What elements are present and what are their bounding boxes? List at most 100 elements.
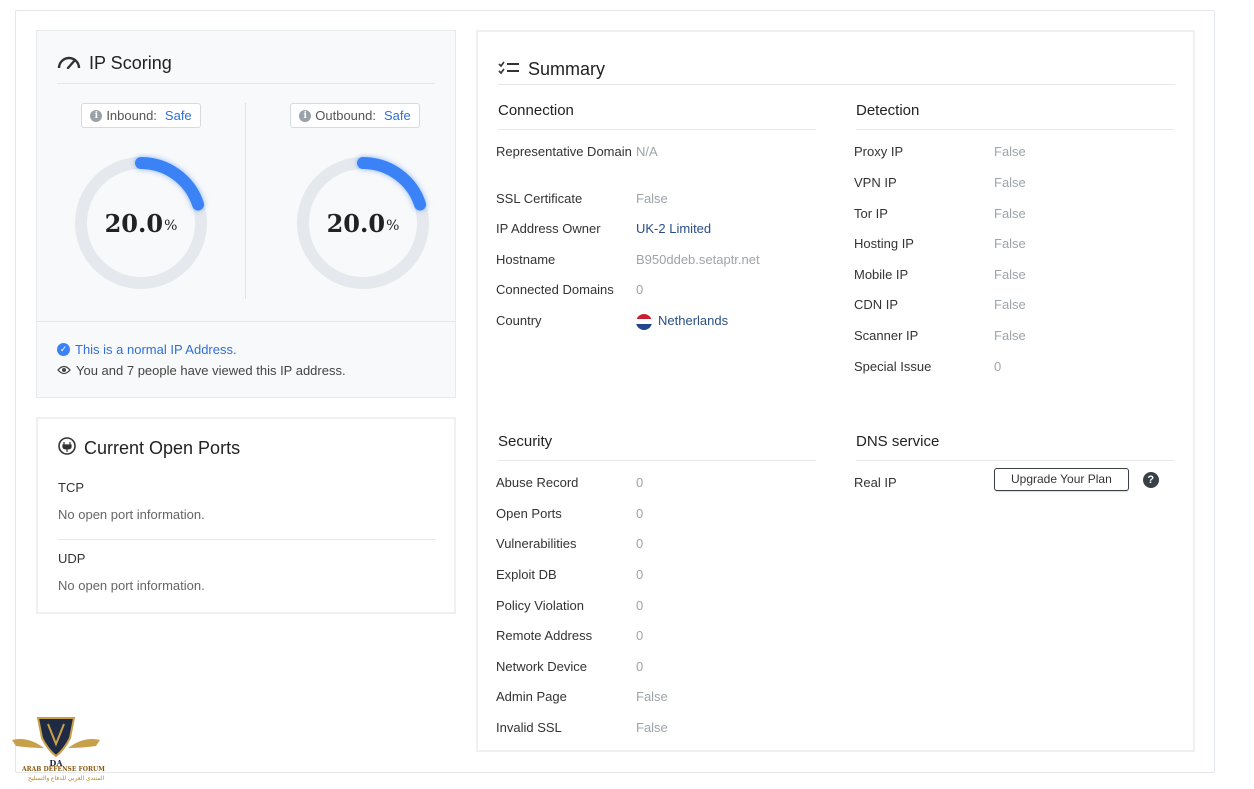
table-row: Real IP Upgrade Your Plan? [854,468,1159,491]
table-row: Proxy IP False [854,144,1026,160]
security-title: Security [498,433,816,461]
table-row: Abuse Record 0 [496,475,643,491]
row-key: IP Address Owner [496,221,601,236]
inbound-gauge: 20.0% [71,153,211,293]
udp-section: UDP No open port information. [58,551,436,593]
table-row: Admin Page False [496,689,668,705]
inbound-score: 20.0 [104,208,164,238]
logo-text-english: ARAB DEFENSE FORUM [22,766,105,773]
udp-text: No open port information. [58,578,205,593]
help-icon[interactable]: ? [1142,471,1159,488]
row-value: 0 [636,567,644,582]
row-value: 0 [636,475,644,490]
outbound-gauge: 20.0% [293,153,433,293]
table-row: Country Netherlands [496,313,728,330]
ip-scoring-header: IP Scoring [57,53,435,84]
row-value: False [994,328,1026,343]
logo-text-arabic: المنتدى العربي للدفاع والتسليح [28,776,105,782]
row-key: Exploit DB [496,567,557,582]
summary-header: Summary [498,54,1175,85]
dns-section: DNS service Real IP Upgrade Your Plan? [854,433,1174,491]
table-row: Scanner IP False [854,328,1026,344]
tcp-label: TCP [58,480,84,495]
table-row: Connected Domains 0 [496,282,643,298]
view-count-notice: You and 7 people have viewed this IP add… [57,363,435,378]
outbound-gauge-column: i Outbound: Safe 20.0% [290,103,450,289]
real-ip-value: Upgrade Your Plan? [994,468,1159,491]
outbound-score-unit: % [386,218,400,234]
open-ports-title: Current Open Ports [84,438,241,458]
outbound-value: Safe [383,108,411,123]
row-key: Invalid SSL [496,720,562,735]
row-key: SSL Certificate [496,191,583,206]
table-row: Special Issue 0 [854,359,1001,375]
security-section: Security Abuse Record 0 Open Ports 0 Vulne… [496,433,816,735]
row-value: 0 [636,536,644,551]
real-ip-label: Real IP [854,475,897,490]
row-value: False [994,267,1026,282]
row-key: Special Issue [854,359,932,374]
row-value: False [994,297,1026,312]
ip-scoring-title: IP Scoring [89,53,172,73]
row-key: Proxy IP [854,144,904,159]
row-key: Open Ports [496,506,562,521]
table-row: Policy Violation 0 [496,598,643,614]
inbound-score-unit: % [164,218,178,234]
upgrade-plan-button[interactable]: Upgrade Your Plan [994,468,1129,491]
row-value: False [636,191,668,206]
open-ports-header: Current Open Ports [58,437,240,460]
inbound-gauge-column: i Inbound: Safe 20.0% [61,103,221,289]
table-row: Network Device 0 [496,659,643,675]
row-key: Country [496,313,542,328]
detection-section: Detection Proxy IP False VPN IP False Tor … [854,102,1174,374]
table-row: Open Ports 0 [496,506,643,522]
ports-divider [58,539,436,540]
open-ports-card: Current Open Ports TCP No open port info… [36,417,456,614]
netherlands-flag-icon [636,313,652,330]
row-key: Mobile IP [854,267,909,282]
row-key: Tor IP [854,206,888,221]
outbound-label: Outbound: [315,108,376,123]
tcp-text: No open port information. [58,507,205,522]
inbound-pill[interactable]: i Inbound: Safe [81,103,201,128]
connection-section: Connection Representative Domain N/A SSL… [496,102,816,330]
row-value: N/A [636,144,658,159]
row-value: False [994,175,1026,190]
table-row: VPN IP False [854,175,1026,191]
row-value: False [994,144,1026,159]
view-count-text: You and 7 people have viewed this IP add… [76,363,346,378]
info-icon: i [90,109,103,122]
row-value: 0 [636,282,644,297]
checklist-icon [498,59,520,80]
dns-title: DNS service [856,433,1174,461]
outbound-pill[interactable]: i Outbound: Safe [290,103,420,128]
normal-ip-notice: ✓ This is a normal IP Address. [57,342,435,357]
ip-scoring-card: IP Scoring i Inbound: Safe 20.0% i Outbo… [36,30,456,398]
row-key: Remote Address [496,628,593,643]
shield-wings-icon: DA [12,717,100,768]
row-value: 0 [636,506,644,521]
summary-title: Summary [528,58,606,79]
row-key: Connected Domains [496,282,614,297]
arab-defense-forum-logo: DA ARAB DEFENSE FORUM المنتدى العربي للد… [8,714,105,786]
row-key: Hostname [496,252,556,267]
row-value: False [636,720,668,735]
table-row: Hostname B950ddeb.setaptr.net [496,252,760,268]
ip-owner-link[interactable]: UK-2 Limited [636,221,711,237]
table-row: SSL Certificate False [496,191,668,207]
eye-icon [57,363,71,378]
row-value: 0 [636,659,644,674]
outbound-score: 20.0 [326,208,386,238]
normal-ip-text: This is a normal IP Address. [75,342,237,357]
row-key: Vulnerabilities [496,536,577,551]
row-value: False [994,206,1026,221]
country-name: Netherlands [658,313,729,328]
table-row: Remote Address 0 [496,628,643,644]
country-link[interactable]: Netherlands [636,313,728,330]
connection-title: Connection [498,102,816,130]
table-row: IP Address Owner UK-2 Limited [496,221,711,237]
table-row: Exploit DB 0 [496,567,643,583]
table-row: Tor IP False [854,206,1026,222]
row-value: B950ddeb.setaptr.net [636,252,760,267]
row-value: False [994,236,1026,251]
